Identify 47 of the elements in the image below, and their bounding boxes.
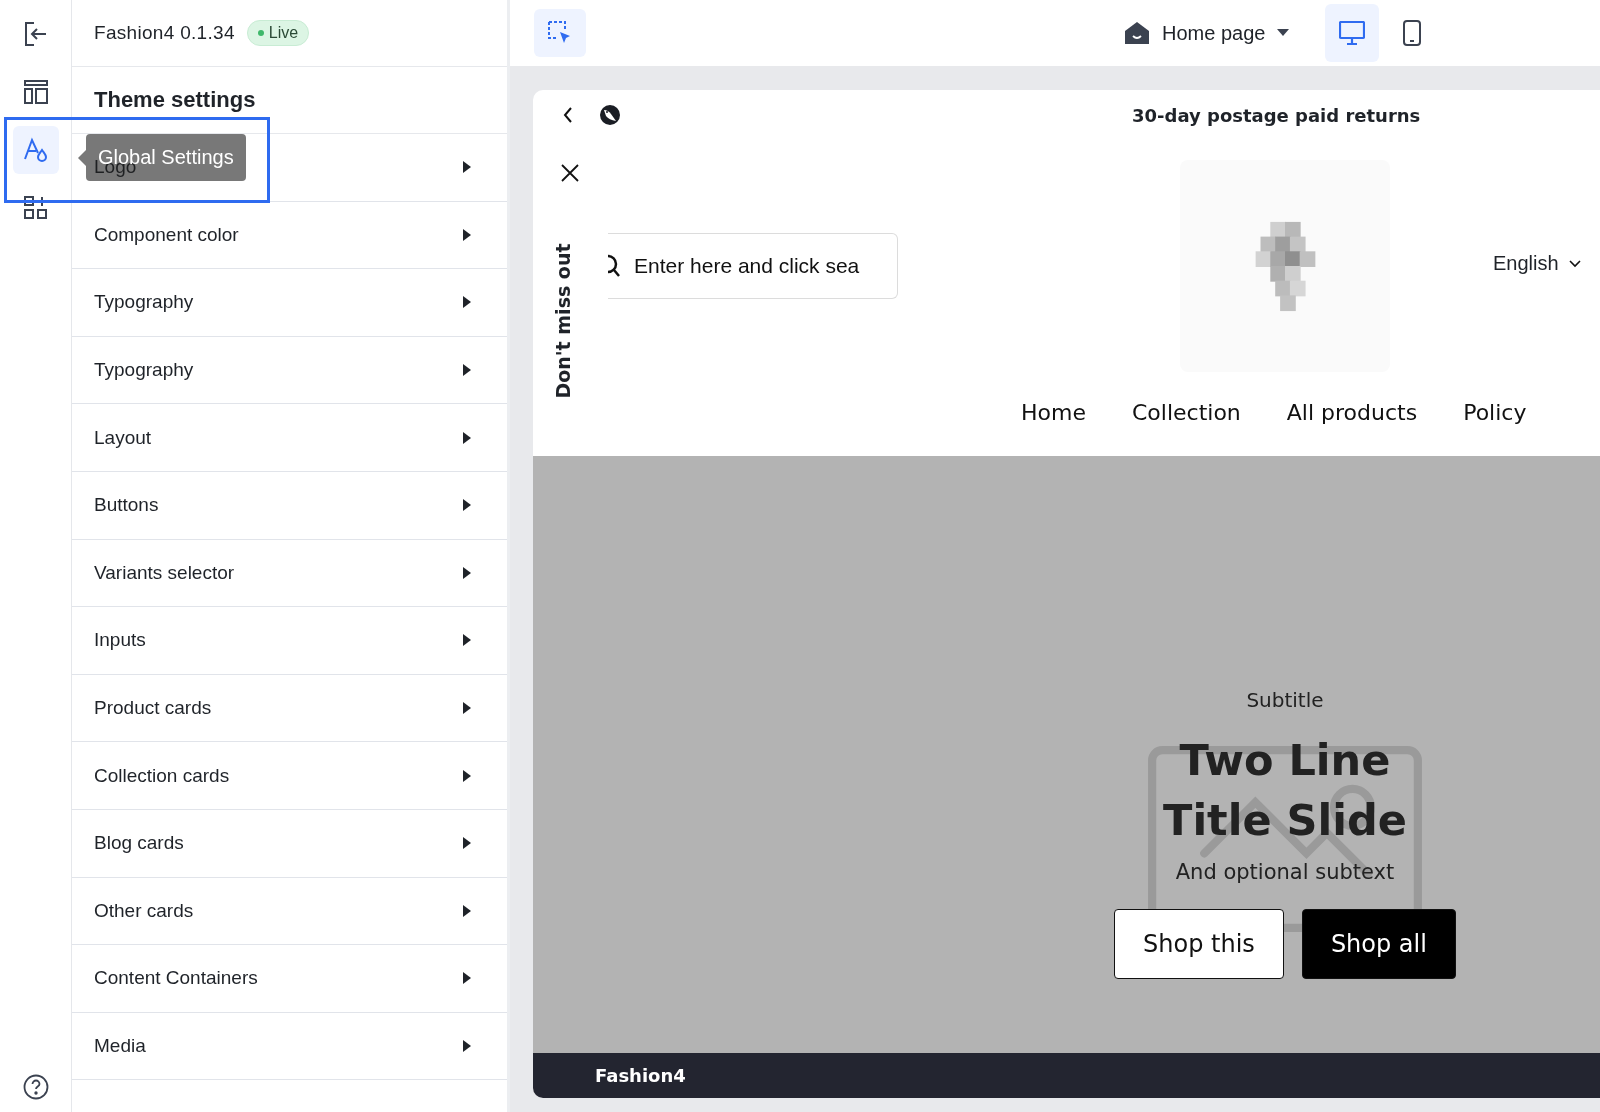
page-dropdown[interactable]: Home page bbox=[1124, 21, 1290, 45]
caret-icon bbox=[463, 364, 471, 377]
caret-icon bbox=[463, 904, 471, 917]
help-icon bbox=[22, 1074, 49, 1100]
caret-icon bbox=[463, 1040, 471, 1052]
caret-icon bbox=[1277, 29, 1290, 37]
announcement-text: 30-day postage paid returns bbox=[1132, 104, 1421, 126]
layout-icon bbox=[23, 80, 48, 104]
caret-icon bbox=[463, 837, 471, 850]
caret-icon bbox=[463, 161, 471, 174]
caret-icon bbox=[463, 499, 471, 512]
house-icon bbox=[1124, 21, 1150, 45]
nav-link[interactable]: Home bbox=[1021, 400, 1086, 425]
add-widget-icon bbox=[23, 196, 48, 220]
hero-button[interactable]: Shop all bbox=[1301, 909, 1456, 979]
status-badge: Live bbox=[246, 20, 310, 46]
hero-title: Two Line Title Slide bbox=[1163, 734, 1407, 847]
phone-icon bbox=[1403, 20, 1422, 46]
caret-icon bbox=[463, 228, 471, 241]
monitor-icon bbox=[1339, 21, 1366, 45]
nav-link[interactable]: Collection bbox=[1131, 400, 1241, 425]
search-icon bbox=[608, 254, 620, 278]
language-dropdown[interactable]: English bbox=[1493, 252, 1581, 275]
typography-drop-icon bbox=[23, 137, 48, 163]
exit-icon bbox=[23, 21, 48, 47]
hero-subtext: And optional subtext bbox=[1175, 860, 1395, 884]
footer-brand: Fashion4 bbox=[595, 1065, 686, 1086]
select-tool-button[interactable] bbox=[534, 9, 586, 57]
hero-subtitle: Subtitle bbox=[1246, 688, 1324, 712]
caret-icon bbox=[463, 972, 471, 985]
app-name: Fashion4 0.1.34 bbox=[94, 22, 235, 44]
caret-icon bbox=[463, 566, 471, 579]
desktop-view-button[interactable] bbox=[1325, 4, 1380, 62]
search-field[interactable]: Enter here and click sea bbox=[608, 233, 898, 299]
caret-icon bbox=[463, 702, 471, 715]
caret-icon bbox=[463, 431, 471, 444]
caret-icon bbox=[463, 296, 471, 309]
chevron-down-icon bbox=[1568, 259, 1581, 268]
caret-icon bbox=[463, 634, 471, 647]
popup-tab[interactable]: Don't miss out bbox=[552, 241, 574, 401]
nav-link[interactable]: Policy bbox=[1463, 400, 1527, 425]
caret-icon bbox=[463, 769, 471, 782]
hero-button[interactable]: Shop this bbox=[1114, 909, 1284, 979]
nav-link[interactable]: All products bbox=[1286, 400, 1418, 425]
close-icon[interactable] bbox=[561, 164, 579, 182]
rail-button[interactable] bbox=[12, 126, 59, 174]
bird-logo-icon bbox=[599, 104, 621, 126]
